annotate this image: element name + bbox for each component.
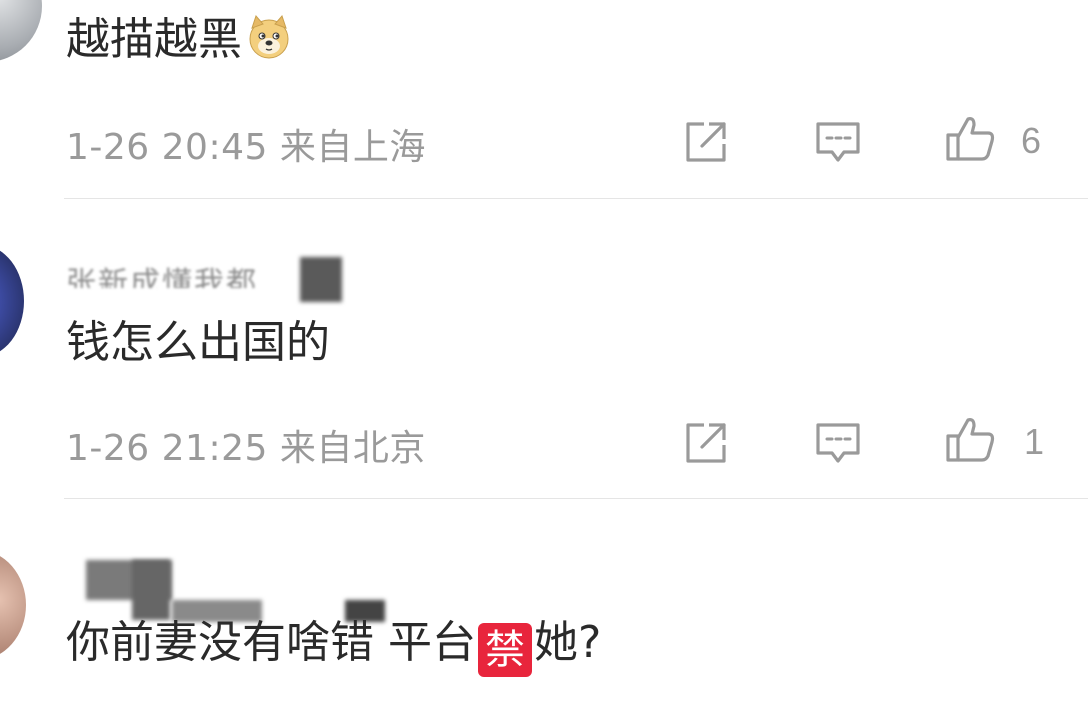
comment-list: 越描越黑 1-26 20:45 来自上海 6 张新成懂我都 钱怎么出国的 1-2… [0,0,1088,714]
comment-location: 来自北京 [279,428,426,469]
comment-text: 你前妻没有啥错 平台禁她? [66,615,601,677]
comment-time: 1-26 20:45 [66,127,268,168]
comment-location: 来自上海 [279,127,426,168]
comment-text: 钱怎么出国的 [66,317,330,368]
username[interactable]: 张新成懂我都 [66,262,476,288]
like-count: 1 [1024,421,1045,462]
comment-meta: 1-26 21:25 来自北京 [66,419,426,471]
avatar[interactable] [0,245,24,357]
thumbs-up-icon[interactable] [944,113,996,165]
ban-emoji-icon: 禁 [478,623,532,677]
privacy-mask [132,560,170,620]
avatar[interactable] [0,550,26,660]
comment-time: 1-26 21:25 [66,428,268,469]
divider [64,498,1088,499]
privacy-mask [300,257,342,302]
share-icon[interactable] [680,116,732,168]
comment-icon[interactable] [812,116,864,168]
comment-meta: 1-26 20:45 来自上海 [66,118,426,170]
avatar[interactable] [0,0,42,62]
thumbs-up-icon[interactable] [944,414,996,466]
share-icon[interactable] [680,417,732,469]
doge-emoji-icon [249,15,289,59]
comment-icon[interactable] [812,417,864,469]
divider [64,198,1088,199]
comment-text: 越描越黑 [66,12,292,68]
like-count: 6 [1021,120,1042,161]
